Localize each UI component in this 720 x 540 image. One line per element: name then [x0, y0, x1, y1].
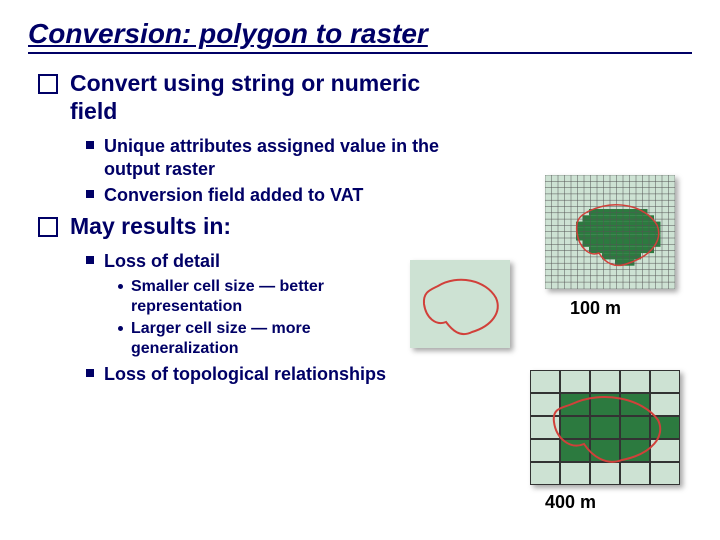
- bullet-text: May results in:: [70, 213, 231, 241]
- bullet-text: Loss of topological relationships: [104, 363, 386, 386]
- label-100m: 100 m: [570, 298, 621, 319]
- round-dot-icon: [118, 284, 123, 289]
- fine-raster-svg: [545, 175, 675, 289]
- bullet-convert-field: Convert using string or numeric field: [38, 70, 692, 125]
- round-dot-icon: [118, 326, 123, 331]
- label-400m: 400 m: [545, 492, 596, 513]
- page-title: Conversion: polygon to raster: [28, 18, 692, 54]
- bullet-text: Conversion field added to VAT: [104, 184, 363, 207]
- subsub-larger-cell: Larger cell size — more generalization: [118, 319, 692, 359]
- square-bullet-icon: [38, 74, 58, 94]
- subbullet-unique-attributes: Unique attributes assigned value in the …: [86, 135, 692, 180]
- vector-polygon-svg: [410, 260, 510, 348]
- figure-coarse-raster: [530, 370, 680, 485]
- figure-vector-polygon: [410, 260, 510, 348]
- bullet-text: Loss of detail: [104, 250, 220, 273]
- square-dot-icon: [86, 256, 94, 264]
- polygon-outline-icon: [424, 280, 498, 334]
- raster-cells-icon: [576, 209, 661, 266]
- bullet-text: Unique attributes assigned value in the …: [104, 135, 454, 180]
- square-dot-icon: [86, 141, 94, 149]
- bullet-text: Smaller cell size — better representatio…: [131, 277, 391, 317]
- slide: Conversion: polygon to raster Convert us…: [0, 0, 720, 540]
- bullet-text: Larger cell size — more generalization: [131, 319, 391, 359]
- square-dot-icon: [86, 190, 94, 198]
- figure-fine-raster: [545, 175, 675, 289]
- square-dot-icon: [86, 369, 94, 377]
- coarse-raster-svg: [530, 370, 680, 485]
- bullet-text: Convert using string or numeric field: [70, 70, 430, 125]
- square-bullet-icon: [38, 217, 58, 237]
